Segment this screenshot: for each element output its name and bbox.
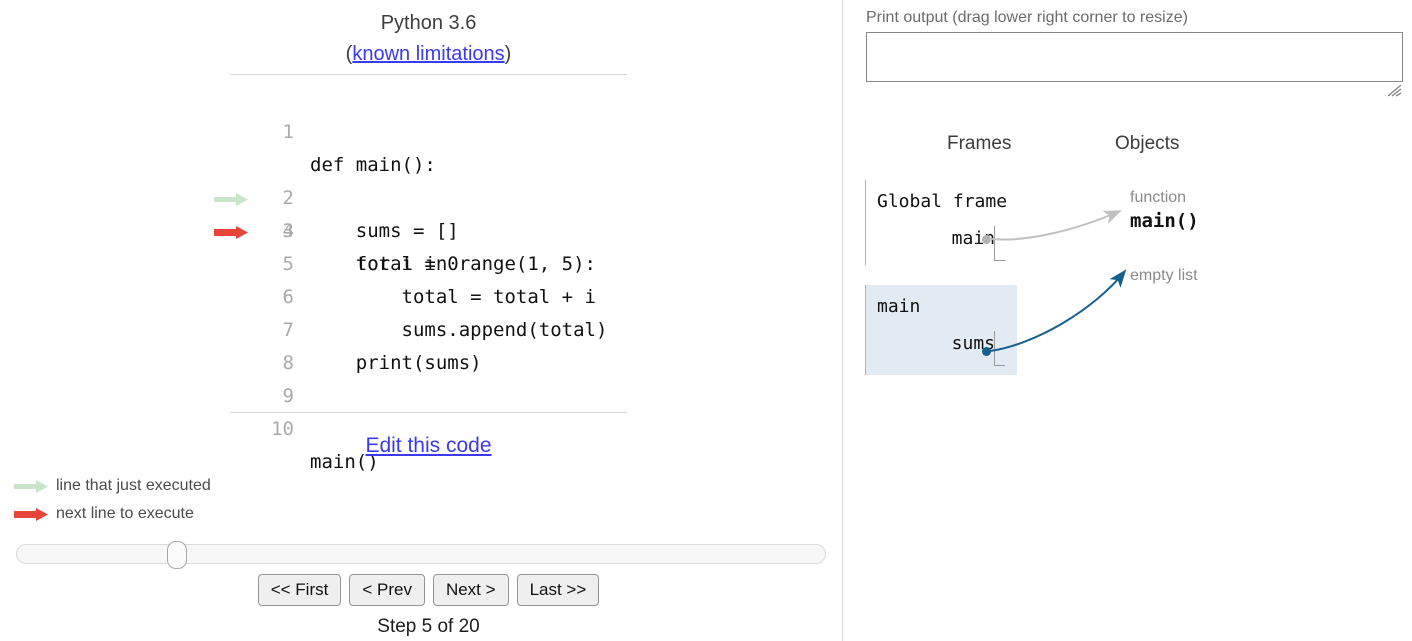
variable-bracket <box>994 331 1005 366</box>
frames-objects-area: Global frame main main sums function mai… <box>844 170 1412 420</box>
code-line: 3 total = 0 <box>214 149 634 275</box>
arrow-legend: line that just executed next line to exe… <box>14 472 211 528</box>
object-type-label-function: function <box>1130 189 1187 206</box>
frame-title: Global frame <box>877 191 1008 212</box>
python-version-header: Python 3.6 (known limitations) <box>230 8 627 70</box>
variable-bracket <box>994 226 1005 261</box>
legend-label-next-line: next line to execute <box>56 505 194 522</box>
print-output-label: Print output (drag lower right corner to… <box>866 9 1188 26</box>
code-top-divider <box>230 74 627 75</box>
prev-button[interactable]: < Prev <box>349 574 425 606</box>
code-line: 5 total = total + i <box>214 215 634 308</box>
edit-this-code-link[interactable]: Edit this code <box>365 434 491 457</box>
edit-code-link-wrapper: Edit this code <box>230 434 627 458</box>
paren-close: ) <box>504 43 512 65</box>
known-limitations-line: (known limitations) <box>230 39 627 70</box>
known-limitations-link[interactable]: known limitations <box>352 43 504 65</box>
code-line: 9 <box>214 347 634 407</box>
frames-header: Frames <box>947 133 1012 154</box>
last-button[interactable]: Last >> <box>516 574 600 606</box>
frame-title: main <box>877 296 921 317</box>
navigation-buttons: << First < Prev Next > Last >> <box>230 574 627 606</box>
resize-handle-icon[interactable] <box>1387 84 1403 98</box>
just-executed-arrow-icon <box>14 479 48 493</box>
legend-label-just-executed: line that just executed <box>56 477 211 494</box>
python-version-label: Python 3.6 <box>380 12 477 34</box>
stack-frame-global: Global frame main <box>865 180 1017 265</box>
step-counter-label: Step 5 of 20 <box>377 616 480 637</box>
objects-header: Objects <box>1115 133 1180 154</box>
pointer-dot-main <box>982 235 991 244</box>
stack-frame-main: main sums <box>865 285 1017 375</box>
next-line-arrow-icon <box>214 160 248 239</box>
print-output-text <box>867 33 1402 41</box>
code-listing: 1 def main(): 2 sums = [] 3 total = 0 4 … <box>214 83 634 473</box>
code-line: 2 sums = [] <box>214 116 634 242</box>
legend-row-next-line: next line to execute <box>14 500 211 528</box>
visualization-headers: Frames Objects <box>844 133 1412 161</box>
code-line: 4 for i in range(1, 5): <box>214 182 634 275</box>
legend-row-just-executed: line that just executed <box>14 472 211 500</box>
next-line-arrow-icon <box>14 507 48 521</box>
visualization-pane: Print output (drag lower right corner to… <box>844 0 1412 641</box>
code-line: 8 <box>214 314 634 374</box>
code-pane: Python 3.6 (known limitations) 1 def mai… <box>0 0 843 641</box>
pointer-dot-sums <box>982 347 991 356</box>
code-line: 6 sums.append(total) <box>214 248 634 341</box>
next-button[interactable]: Next > <box>432 574 509 606</box>
code-line: 7 print(sums) <box>214 281 634 374</box>
print-output-box[interactable] <box>866 32 1403 82</box>
code-line: 1 def main(): <box>214 83 634 176</box>
just-executed-arrow-icon <box>214 127 248 206</box>
first-button[interactable]: << First <box>257 574 342 606</box>
code-bottom-divider <box>230 412 627 413</box>
code-line: 10 main() <box>214 380 634 473</box>
object-value-main: main() <box>1130 210 1199 232</box>
object-type-label-empty-list: empty list <box>1130 267 1198 284</box>
slider-handle[interactable] <box>167 541 187 569</box>
execution-step-slider[interactable] <box>16 541 826 569</box>
